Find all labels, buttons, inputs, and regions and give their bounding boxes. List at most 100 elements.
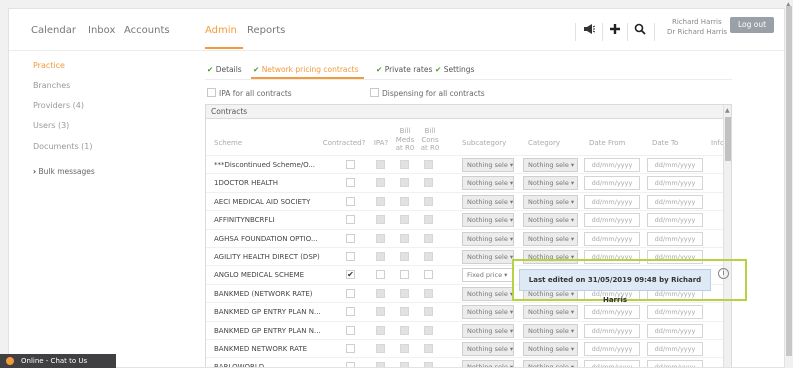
chat-widget[interactable]: Online - Chat to Us (0, 354, 116, 368)
contracted-checkbox[interactable] (346, 196, 355, 206)
table-scrollbar[interactable]: ▲ (723, 105, 731, 367)
category-select[interactable]: Nothing sele ▾ (523, 360, 578, 367)
sidebar-item-documents[interactable]: Documents (1) (33, 142, 93, 151)
nav-inbox[interactable]: Inbox (88, 25, 115, 36)
dispensing-all-option[interactable]: Dispensing for all contracts (370, 88, 485, 98)
subcategory-select[interactable]: Nothing sele ▾ (462, 323, 514, 338)
ipa-checkbox[interactable] (376, 344, 385, 353)
date-from-input[interactable]: dd/mm/yyyy (584, 231, 640, 246)
date-to-input[interactable]: dd/mm/yyyy (647, 305, 703, 320)
category-select[interactable]: Nothing sele ▾ (523, 176, 578, 191)
bill-cons-checkbox[interactable] (424, 252, 433, 261)
ipa-checkbox[interactable] (376, 233, 385, 243)
subcategory-select[interactable]: Nothing sele ▾ (462, 194, 514, 209)
tab-private-rates[interactable]: ✔ Private rates (376, 65, 432, 74)
category-select[interactable]: Nothing sele ▾ (523, 305, 578, 320)
info-icon[interactable]: i (718, 268, 729, 279)
contracted-checkbox[interactable] (346, 178, 355, 188)
sidebar-item-practice[interactable]: Practice (33, 61, 65, 70)
subcategory-select[interactable]: Nothing sele ▾ (462, 158, 514, 172)
nav-admin[interactable]: Admin (205, 25, 237, 36)
megaphone-icon[interactable] (583, 23, 596, 38)
user-info[interactable]: Richard Harris Dr Richard Harris (667, 17, 727, 37)
contracted-checkbox[interactable] (346, 307, 355, 317)
contracted-checkbox[interactable] (346, 233, 355, 243)
nav-calendar[interactable]: Calendar (31, 25, 76, 36)
ipa-checkbox[interactable] (376, 270, 385, 280)
bill-meds-checkbox[interactable] (400, 160, 409, 169)
ipa-checkbox[interactable] (376, 288, 385, 298)
category-select[interactable]: Nothing sele ▾ (523, 213, 578, 228)
date-to-input[interactable]: dd/mm/yyyy (647, 213, 703, 228)
category-select[interactable]: Nothing sele ▾ (523, 342, 578, 356)
category-select[interactable]: Nothing sele ▾ (523, 231, 578, 246)
date-from-input[interactable]: dd/mm/yyyy (584, 158, 640, 172)
nav-accounts[interactable]: Accounts (124, 25, 170, 36)
bill-cons-checkbox[interactable] (424, 233, 433, 243)
date-to-input[interactable]: dd/mm/yyyy (647, 342, 703, 356)
category-select[interactable]: Nothing sele ▾ (523, 323, 578, 338)
ipa-checkbox[interactable] (376, 325, 385, 335)
date-to-input[interactable]: dd/mm/yyyy (647, 323, 703, 338)
subcategory-select[interactable]: Nothing sele ▾ (462, 342, 514, 356)
contracted-checkbox[interactable] (346, 362, 355, 367)
date-to-input[interactable]: dd/mm/yyyy (647, 176, 703, 191)
plus-icon[interactable] (609, 23, 621, 38)
ipa-all-option[interactable]: IPA for all contracts (207, 88, 292, 98)
subcategory-select[interactable]: Nothing sele ▾ (462, 250, 514, 264)
category-select[interactable]: Nothing sele ▾ (523, 158, 578, 172)
bulk-messages-link[interactable]: › Bulk messages (33, 167, 95, 176)
bill-meds-checkbox[interactable] (400, 270, 409, 280)
subcategory-select[interactable]: Nothing sele ▾ (462, 231, 514, 246)
date-to-input[interactable]: dd/mm/yyyy (647, 360, 703, 367)
date-to-input[interactable]: dd/mm/yyyy (647, 231, 703, 246)
bill-meds-checkbox[interactable] (400, 307, 409, 317)
page-scrollbar[interactable]: ▲ (785, 0, 793, 368)
date-from-input[interactable]: dd/mm/yyyy (584, 176, 640, 191)
scroll-up-icon[interactable]: ▲ (725, 107, 730, 114)
contracted-checkbox[interactable] (346, 344, 355, 353)
date-from-input[interactable]: dd/mm/yyyy (584, 323, 640, 338)
bill-meds-checkbox[interactable] (400, 288, 409, 298)
subcategory-select[interactable]: Nothing sele ▾ (462, 305, 514, 320)
logout-button[interactable]: Log out (730, 17, 774, 33)
bill-meds-checkbox[interactable] (400, 344, 409, 353)
bill-cons-checkbox[interactable] (424, 325, 433, 335)
bill-meds-checkbox[interactable] (400, 252, 409, 261)
bill-meds-checkbox[interactable] (400, 233, 409, 243)
ipa-checkbox[interactable] (376, 178, 385, 188)
ipa-checkbox[interactable] (376, 160, 385, 169)
subcategory-select[interactable]: Nothing sele ▾ (462, 213, 514, 228)
ipa-checkbox[interactable] (376, 252, 385, 261)
search-icon[interactable] (634, 23, 646, 38)
contracted-checkbox[interactable] (346, 215, 355, 225)
bill-cons-checkbox[interactable] (424, 270, 433, 280)
bill-cons-checkbox[interactable] (424, 178, 433, 188)
contracted-checkbox[interactable] (346, 160, 355, 169)
contracted-checkbox[interactable]: ✔ (346, 270, 355, 280)
date-from-input[interactable]: dd/mm/yyyy (584, 194, 640, 209)
subcategory-select[interactable]: Nothing sele ▾ (462, 176, 514, 191)
bill-cons-checkbox[interactable] (424, 307, 433, 317)
bill-meds-checkbox[interactable] (400, 196, 409, 206)
ipa-checkbox[interactable] (376, 215, 385, 225)
bill-cons-checkbox[interactable] (424, 362, 433, 367)
scroll-thumb[interactable] (725, 117, 731, 161)
dispensing-all-checkbox[interactable] (370, 88, 379, 97)
subcategory-select[interactable]: Fixed price ▾ (462, 268, 514, 283)
contracted-checkbox[interactable] (346, 252, 355, 261)
contracted-checkbox[interactable] (346, 288, 355, 298)
tab-details[interactable]: ✔ Details (207, 65, 242, 74)
page-scroll-thumb[interactable] (786, 6, 792, 356)
bill-meds-checkbox[interactable] (400, 362, 409, 367)
ipa-checkbox[interactable] (376, 196, 385, 206)
date-from-input[interactable]: dd/mm/yyyy (584, 360, 640, 367)
sidebar-item-users[interactable]: Users (3) (33, 121, 69, 130)
ipa-checkbox[interactable] (376, 307, 385, 317)
date-to-input[interactable]: dd/mm/yyyy (647, 158, 703, 172)
bill-cons-checkbox[interactable] (424, 196, 433, 206)
tab-settings[interactable]: ✔ Settings (435, 65, 474, 74)
bill-cons-checkbox[interactable] (424, 344, 433, 353)
nav-reports[interactable]: Reports (247, 25, 285, 36)
date-from-input[interactable]: dd/mm/yyyy (584, 213, 640, 228)
